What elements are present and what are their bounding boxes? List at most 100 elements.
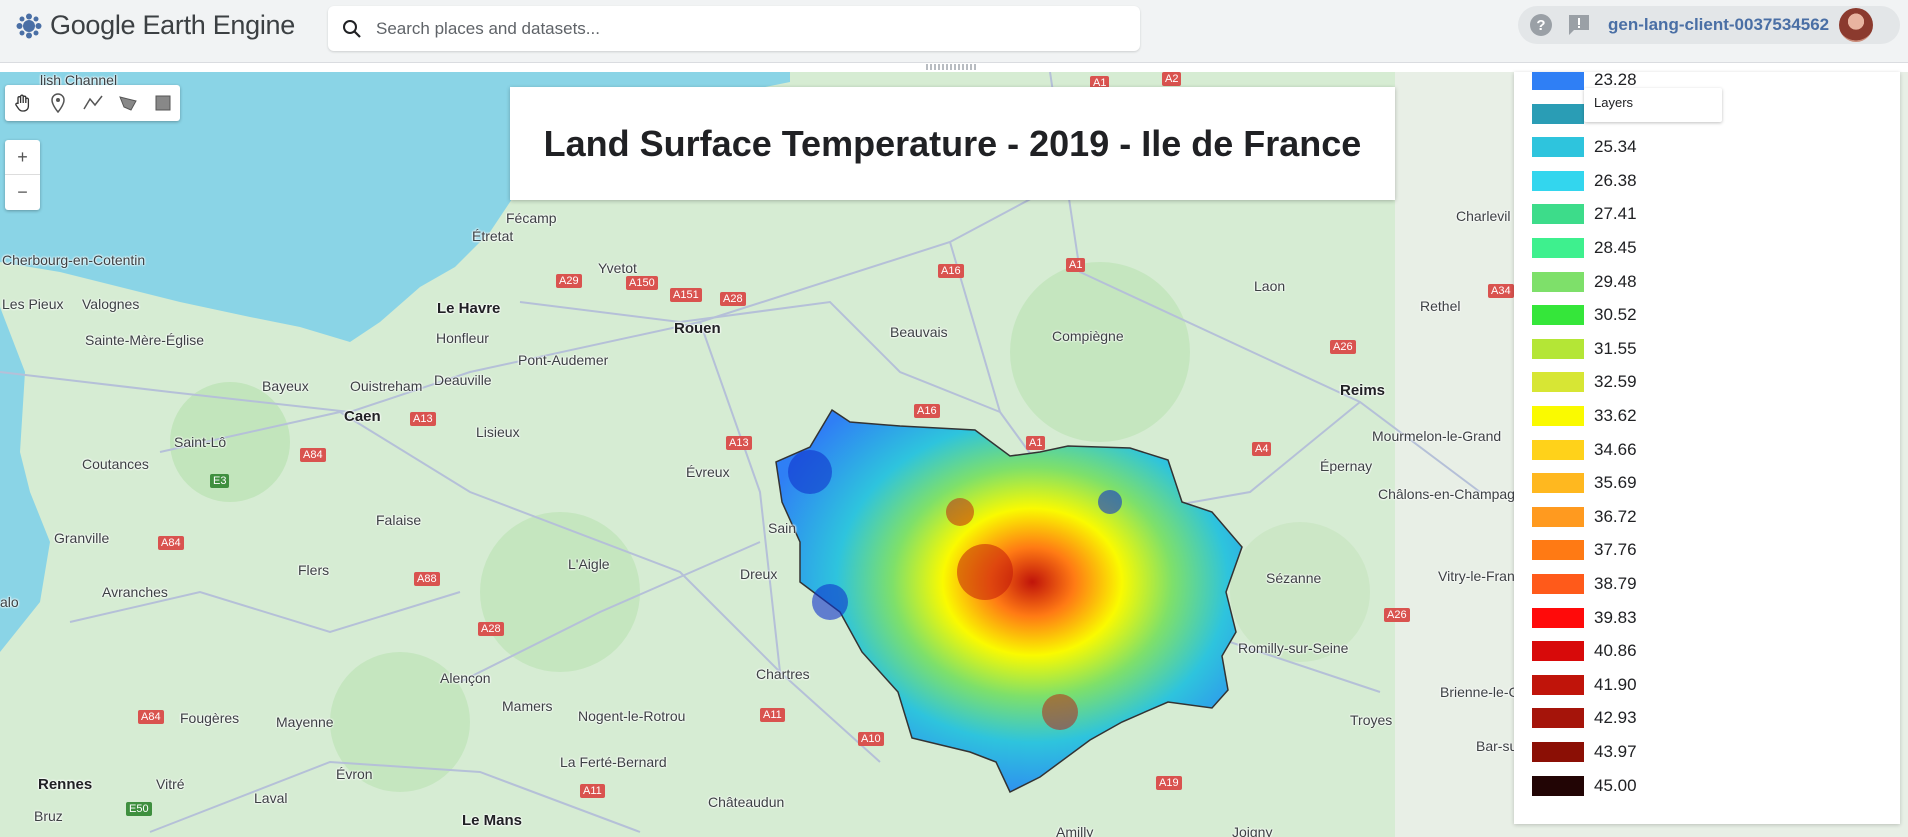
project-selector[interactable]: gen-lang-client-0037534562 <box>1608 15 1829 35</box>
legend-swatch <box>1532 641 1584 662</box>
app-name: Google Earth Engine <box>50 10 295 40</box>
search-bar[interactable] <box>328 6 1140 51</box>
map-label: Fougères <box>180 710 240 726</box>
map-label: Saint-Lô <box>174 434 227 450</box>
map-label: Mamers <box>502 698 553 714</box>
map-title: Land Surface Temperature - 2019 - Ile de… <box>543 122 1362 164</box>
top-bar: Google Earth Engine ? gen-lang-client-00… <box>0 0 1908 63</box>
legend-label: 25.34 <box>1594 137 1637 157</box>
map-label: Ouistreham <box>350 378 423 394</box>
help-icon[interactable]: ? <box>1526 10 1556 40</box>
line-icon[interactable] <box>75 85 110 121</box>
map-label: Flers <box>298 562 330 578</box>
map-label: Deauville <box>434 372 492 388</box>
legend-label: 37.76 <box>1594 540 1637 560</box>
road-shield: A84 <box>138 710 164 724</box>
legend-swatch <box>1532 473 1584 494</box>
legend-swatch <box>1532 372 1584 393</box>
map-label: Évreux <box>686 464 730 480</box>
map-label: Troyes <box>1350 712 1393 728</box>
legend-item: 39.83 <box>1532 607 1637 629</box>
map-label: Mourmelon-le-Grand <box>1372 428 1502 444</box>
legend-item: 26.38 <box>1532 170 1637 192</box>
map-label: Compiègne <box>1052 328 1124 344</box>
map-label: Le Havre <box>437 300 501 317</box>
legend-label: 43.97 <box>1594 742 1637 761</box>
legend-item: 25.34 <box>1532 136 1637 158</box>
legend-swatch <box>1532 170 1584 191</box>
road-shield: A19 <box>1156 776 1182 790</box>
map-label: Pont-Audemer <box>518 352 609 368</box>
legend-swatch <box>1532 238 1584 258</box>
map-label: Charlevil <box>1456 208 1511 224</box>
legend-swatch <box>1532 708 1584 729</box>
map-label: Sainte-Mère-Église <box>85 332 205 348</box>
map-label: Dreux <box>740 566 778 582</box>
app-logo[interactable]: Google Earth Engine <box>16 10 295 41</box>
road-shield: A4 <box>1252 442 1272 456</box>
map-label: Mayenne <box>276 714 334 730</box>
legend-item: 33.62 <box>1532 405 1637 427</box>
account-area: ? gen-lang-client-0037534562 <box>1518 6 1900 44</box>
road-shield: A28 <box>720 292 746 306</box>
map-label: Joigny <box>1232 824 1273 837</box>
drawing-toolbar <box>5 85 180 121</box>
map-label: Yvetot <box>598 260 637 276</box>
road-shield: A34 <box>1488 284 1514 298</box>
legend-item: 42.93 <box>1532 707 1637 729</box>
marker-icon[interactable] <box>40 85 75 121</box>
legend-item: 28.45 <box>1532 237 1637 259</box>
pan-hand-icon[interactable] <box>5 85 40 121</box>
earth-engine-logo-icon <box>16 13 42 38</box>
road-shield: A1 <box>1066 258 1086 272</box>
map-label: Les Pieux <box>2 296 64 312</box>
legend-item: 37.76 <box>1532 539 1637 561</box>
map-title-panel: Land Surface Temperature - 2019 - Ile de… <box>510 87 1395 200</box>
map-label: alo <box>0 594 19 610</box>
avatar[interactable] <box>1839 8 1874 42</box>
zoom-in-button[interactable]: + <box>5 140 40 175</box>
panel-resize-handle[interactable] <box>926 64 976 70</box>
feedback-icon[interactable] <box>1564 10 1594 40</box>
map-label: Bayeux <box>262 378 309 394</box>
zoom-out-button[interactable]: − <box>5 175 40 210</box>
road-shield: A84 <box>300 448 326 462</box>
legend-item: 36.72 <box>1532 506 1637 528</box>
road-shield: A84 <box>158 536 184 550</box>
legend-swatch <box>1532 271 1584 292</box>
legend-label: 28.45 <box>1594 238 1637 257</box>
legend-swatch <box>1532 506 1584 527</box>
legend-item: 45.00 <box>1532 775 1637 797</box>
legend-swatch <box>1532 103 1584 124</box>
map-label: Cherbourg-en-Cotentin <box>2 252 146 268</box>
rectangle-icon[interactable] <box>145 85 180 121</box>
legend-item: 30.52 <box>1532 304 1637 326</box>
road-shield: A28 <box>478 622 504 636</box>
legend-swatch <box>1532 137 1584 158</box>
legend-label: 31.55 <box>1594 338 1637 358</box>
legend-item: 27.41 <box>1532 203 1637 225</box>
road-shield: A16 <box>914 404 940 418</box>
map-label: Coutances <box>82 456 149 472</box>
road-shield: A151 <box>670 288 702 302</box>
legend-panel: 23.2824.3125.3426.3827.4128.4529.4830.52… <box>1514 72 1900 824</box>
legend-swatch <box>1532 439 1584 460</box>
legend-label: 42.93 <box>1594 708 1637 728</box>
legend-item: 43.97 <box>1532 741 1637 763</box>
legend-label: 34.66 <box>1594 439 1637 459</box>
legend-item: 34.66 <box>1532 439 1637 461</box>
legend-label: 41.90 <box>1594 674 1637 694</box>
map-label: Reims <box>1340 382 1386 399</box>
search-input[interactable] <box>376 8 1116 49</box>
search-icon[interactable] <box>328 6 376 51</box>
map-label: Vitré <box>156 776 185 792</box>
layers-button[interactable]: Layers <box>1584 88 1722 122</box>
svg-text:?: ? <box>1536 17 1545 34</box>
map-label: Rennes <box>38 776 93 793</box>
legend-label: 39.83 <box>1594 607 1637 627</box>
legend-swatch <box>1532 204 1584 225</box>
map-label: Fécamp <box>506 210 557 226</box>
legend-label: 30.52 <box>1594 305 1637 325</box>
map-label: Honfleur <box>436 330 489 346</box>
polygon-icon[interactable] <box>110 85 145 121</box>
